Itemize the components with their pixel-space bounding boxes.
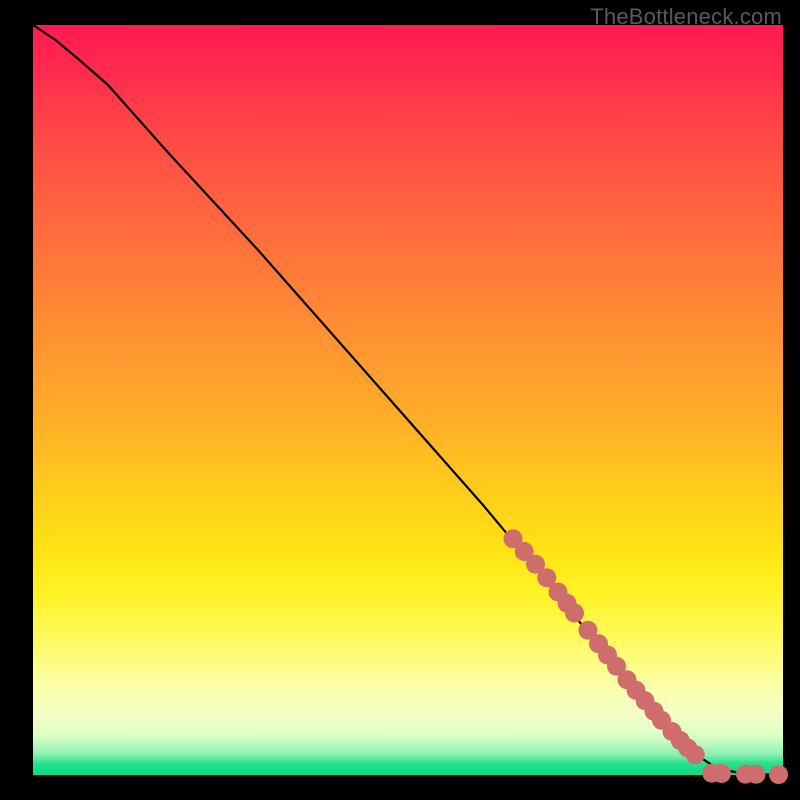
data-dot [769, 765, 788, 784]
curve-line [33, 25, 783, 775]
dots-group [504, 529, 789, 784]
data-dot [565, 604, 584, 623]
chart-stage: TheBottleneck.com [0, 0, 800, 800]
data-dot [747, 765, 766, 784]
watermark-text: TheBottleneck.com [590, 4, 782, 30]
data-dot [686, 745, 705, 764]
data-dot [712, 764, 731, 783]
plot-area [33, 25, 783, 775]
chart-overlay [33, 25, 783, 775]
